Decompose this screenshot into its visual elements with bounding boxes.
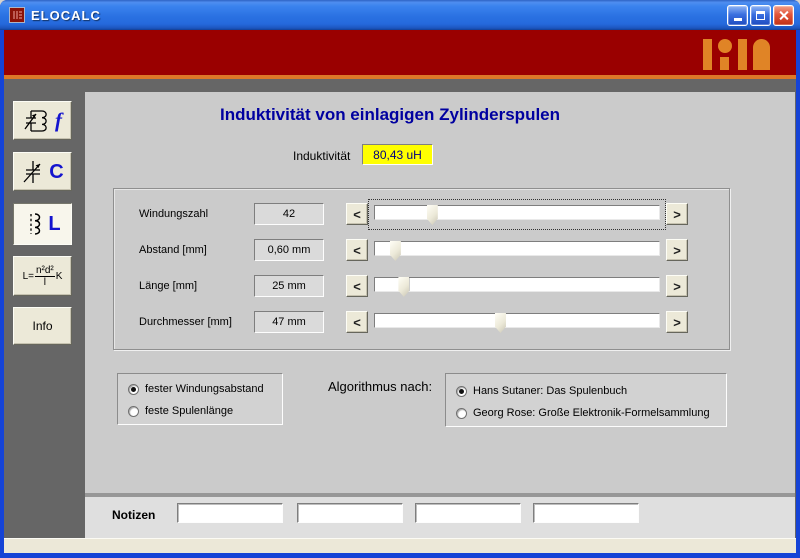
parameter-value-box: 47 mm — [254, 311, 324, 333]
logo-arch-icon — [753, 39, 770, 70]
sidebar-item-label: Info — [32, 320, 52, 332]
maximize-icon — [756, 11, 765, 20]
slider-thumb[interactable] — [398, 277, 409, 297]
notes-label: Notizen — [112, 508, 155, 522]
increment-button[interactable]: > — [666, 239, 688, 261]
increment-button[interactable]: > — [666, 311, 688, 333]
app-icon — [9, 7, 25, 23]
page-title: Induktivität von einlagigen Zylinderspul… — [85, 105, 695, 125]
note-input[interactable] — [415, 503, 521, 523]
slider[interactable] — [371, 202, 663, 227]
slider-thumb[interactable] — [390, 241, 401, 261]
close-icon — [778, 10, 789, 21]
app-window: ELOCALC f — [0, 0, 800, 558]
decrement-button[interactable]: < — [346, 275, 368, 297]
radio-feste-spulenlaenge[interactable]: feste Spulenlänge — [128, 404, 233, 418]
result-value-box: 80,43 uH — [362, 144, 433, 165]
header-banner — [4, 30, 796, 75]
slider-thumb[interactable] — [427, 205, 438, 225]
parameter-row: Abstand [mm] 0,60 mm < > — [114, 238, 729, 264]
maximize-button[interactable] — [750, 5, 771, 26]
window-title: ELOCALC — [31, 8, 101, 23]
slider-thumb[interactable] — [495, 313, 506, 333]
decrement-button[interactable]: < — [346, 239, 368, 261]
title-bar[interactable]: ELOCALC — [0, 0, 800, 30]
sidebar-item-frequency[interactable]: f — [13, 101, 72, 140]
radio-algorithm-rose[interactable]: Georg Rose: Große Elektronik-Formelsamml… — [456, 406, 710, 420]
variable-capacitor-icon — [21, 159, 45, 185]
radio-label: fester Windungsabstand — [145, 383, 264, 395]
parameter-label: Abstand [mm] — [139, 244, 207, 256]
brand-logo — [703, 39, 770, 71]
main-panel: Induktivität von einlagigen Zylinderspul… — [85, 92, 795, 493]
slider[interactable] — [371, 310, 663, 335]
increment-button[interactable]: > — [666, 275, 688, 297]
logo-bar-icon — [738, 39, 747, 70]
note-input[interactable] — [297, 503, 403, 523]
parameter-value: 25 mm — [272, 280, 306, 292]
sidebar-item-label: C — [49, 162, 63, 182]
slider-track[interactable] — [374, 313, 660, 328]
radio-icon — [128, 384, 139, 395]
status-bar — [4, 538, 796, 553]
parameter-row: Länge [mm] 25 mm < > — [114, 274, 729, 300]
slider-track[interactable] — [374, 277, 660, 292]
notes-bar: Notizen — [85, 497, 795, 538]
sidebar-item-info[interactable]: Info — [13, 307, 72, 345]
slider-track[interactable] — [374, 205, 660, 220]
sidebar-item-inductance[interactable]: L — [13, 203, 72, 245]
parameter-value-box: 25 mm — [254, 275, 324, 297]
parameter-row: Durchmesser [mm] 47 mm < > — [114, 310, 729, 336]
logo-bar-icon — [703, 39, 712, 70]
sidebar-item-formula[interactable]: L= n²d² l K — [13, 256, 72, 296]
algorithm-label: Algorithmus nach: — [328, 379, 432, 394]
note-input[interactable] — [177, 503, 283, 523]
resonant-circuit-icon — [23, 108, 51, 134]
coil-icon — [24, 211, 44, 237]
parameter-value: 42 — [283, 208, 295, 220]
parameters-groupbox: Windungszahl 42 < > Abstand [mm] 0,60 mm… — [113, 188, 730, 350]
parameter-label: Länge [mm] — [139, 280, 197, 292]
radio-icon — [456, 386, 467, 397]
radio-label: feste Spulenlänge — [145, 405, 233, 417]
increment-button[interactable]: > — [666, 203, 688, 225]
parameter-label: Windungszahl — [139, 208, 208, 220]
radio-label: Georg Rose: Große Elektronik-Formelsamml… — [473, 407, 710, 419]
formula-text: L= n²d² l K — [23, 265, 63, 288]
sidebar-item-label: L — [48, 214, 60, 234]
parameter-value-box: 0,60 mm — [254, 239, 324, 261]
radio-label: Hans Sutaner: Das Spulenbuch — [473, 385, 627, 397]
close-button[interactable] — [773, 5, 794, 26]
radio-icon — [456, 408, 467, 419]
sidebar-item-capacitance[interactable]: C — [13, 152, 72, 191]
logo-dot-icon — [718, 39, 732, 70]
minimize-button[interactable] — [727, 5, 748, 26]
result-value: 80,43 uH — [373, 148, 422, 162]
parameter-value: 0,60 mm — [268, 244, 311, 256]
radio-fester-windungsabstand[interactable]: fester Windungsabstand — [128, 382, 264, 396]
slider[interactable] — [371, 238, 663, 263]
decrement-button[interactable]: < — [346, 203, 368, 225]
parameter-value: 47 mm — [272, 316, 306, 328]
algorithm-groupbox: Hans Sutaner: Das Spulenbuch Georg Rose:… — [445, 373, 727, 427]
parameter-row: Windungszahl 42 < > — [114, 202, 729, 228]
parameter-label: Durchmesser [mm] — [139, 316, 232, 328]
decrement-button[interactable]: < — [346, 311, 368, 333]
radio-icon — [128, 406, 139, 417]
slider-track[interactable] — [374, 241, 660, 256]
radio-algorithm-sutaner[interactable]: Hans Sutaner: Das Spulenbuch — [456, 384, 627, 398]
note-input[interactable] — [533, 503, 639, 523]
result-label: Induktivität — [293, 149, 350, 163]
slider[interactable] — [371, 274, 663, 299]
sidebar-item-label: f — [55, 110, 62, 131]
parameter-value-box: 42 — [254, 203, 324, 225]
mode-groupbox: fester Windungsabstand feste Spulenlänge — [117, 373, 283, 425]
minimize-icon — [734, 18, 742, 21]
